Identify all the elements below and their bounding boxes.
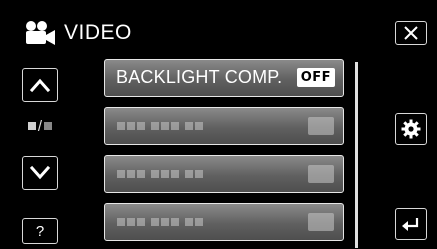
menu-item-label: BACKLIGHT COMP. <box>116 67 283 87</box>
help-button[interactable]: ? <box>22 218 58 244</box>
gear-icon <box>401 119 421 139</box>
placeholder-text <box>117 218 203 226</box>
scrollbar[interactable] <box>355 62 358 248</box>
chevron-down-icon <box>29 165 51 181</box>
return-icon <box>401 215 421 233</box>
scroll-down-button[interactable] <box>22 156 58 190</box>
placeholder-text <box>117 122 203 130</box>
menu-title: VIDEO <box>64 21 132 44</box>
help-label: ? <box>35 222 45 240</box>
scroll-up-button[interactable] <box>22 68 58 102</box>
chevron-up-icon <box>29 77 51 93</box>
menu-item-placeholder[interactable] <box>104 155 344 193</box>
video-camera-icon <box>22 20 58 46</box>
menu-item-backlight-comp[interactable]: BACKLIGHT COMP. OFF <box>104 59 344 97</box>
menu-header: VIDEO <box>22 18 132 48</box>
settings-button[interactable] <box>395 113 427 145</box>
menu-item-placeholder[interactable] <box>104 107 344 145</box>
close-button[interactable] <box>395 21 427 45</box>
placeholder-badge <box>308 165 334 183</box>
placeholder-badge <box>308 117 334 135</box>
close-icon <box>403 25 419 41</box>
menu-item-placeholder[interactable] <box>104 203 344 241</box>
placeholder-text <box>117 170 203 178</box>
placeholder-badge <box>308 213 334 231</box>
status-badge: OFF <box>296 68 335 87</box>
page-indicator: / <box>22 116 58 136</box>
back-button[interactable] <box>395 208 427 240</box>
